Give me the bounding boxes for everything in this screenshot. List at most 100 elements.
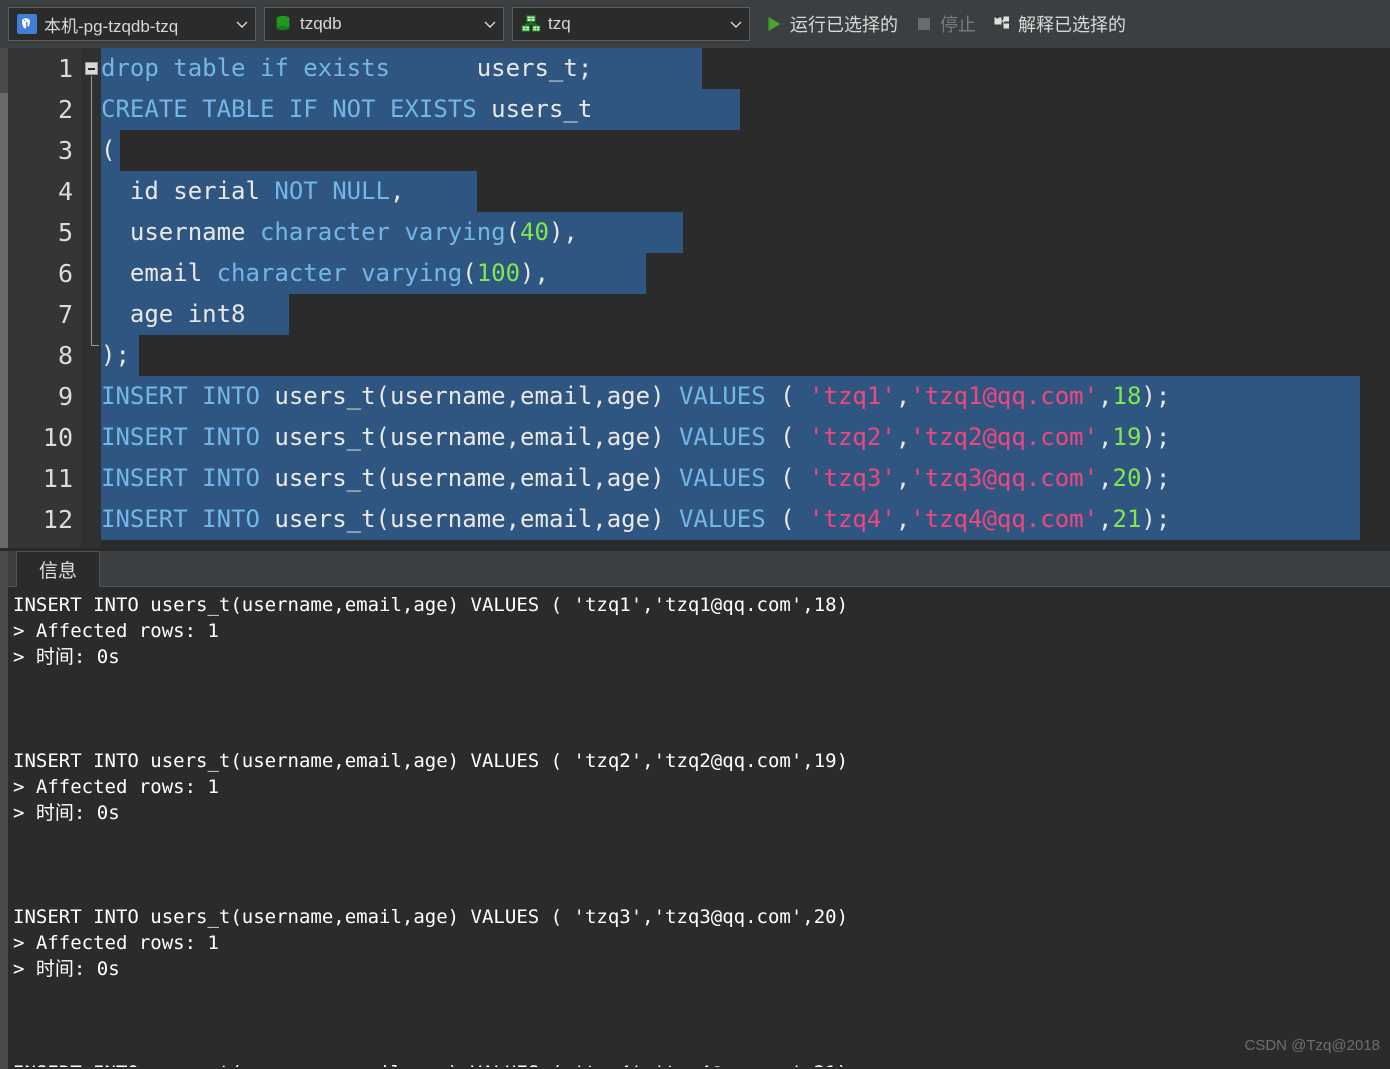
code-token: INSERT INTO	[101, 423, 260, 451]
sql-editor[interactable]: 1 2 3 4 5 6 7 8 9 10 11 12 drop table if exists use…	[0, 48, 1390, 548]
code-token: 20	[1112, 464, 1142, 492]
toolbar: 本机-pg-tzqdb-tzq tzqdb tzq 运行已选择的 停止 解释已选…	[0, 0, 1390, 48]
line-number: 3	[57, 136, 73, 165]
code-token: 'tzq4@qq.com'	[910, 505, 1099, 533]
code-token: ),	[548, 218, 578, 246]
code-line[interactable]: id serial NOT NULL,	[101, 171, 1390, 212]
code-area[interactable]: drop table if exists users_t; CREATE TABL…	[101, 48, 1390, 548]
connection-selector[interactable]: 本机-pg-tzqdb-tzq	[8, 7, 256, 41]
code-token: ,	[895, 382, 911, 410]
line-number: 6	[57, 259, 73, 288]
code-line[interactable]: email character varying(100),	[101, 253, 1390, 294]
code-token: INSERT INTO	[101, 382, 260, 410]
code-token: character varying	[259, 218, 506, 246]
editor-left-strip-lower	[0, 93, 8, 548]
connection-label: 本机-pg-tzqdb-tzq	[44, 16, 179, 36]
code-token: (	[462, 259, 477, 287]
code-token: );	[1141, 505, 1171, 533]
play-icon	[764, 14, 784, 34]
line-number: 10	[42, 423, 73, 452]
explain-selected-button[interactable]: 解释已选择的	[986, 6, 1132, 42]
code-token: character varying	[216, 259, 463, 287]
stop-icon	[914, 14, 934, 34]
run-selected-label: 运行已选择的	[790, 15, 898, 35]
stop-button[interactable]: 停止	[908, 6, 982, 42]
code-token: 21	[1112, 505, 1142, 533]
code-token: 'tzq3@qq.com'	[910, 464, 1099, 492]
code-token: ,	[1098, 423, 1113, 451]
database-selector[interactable]: tzqdb	[264, 7, 504, 41]
code-token: age int8	[101, 300, 246, 328]
code-token: ,	[895, 464, 911, 492]
code-token: users_t(username,email,age)	[259, 505, 679, 533]
code-token: users_t;	[476, 54, 593, 82]
code-token: ,	[1098, 505, 1113, 533]
code-token: serial	[173, 177, 260, 205]
code-line[interactable]: );	[101, 335, 1390, 376]
code-token: 'tzq3'	[809, 464, 896, 492]
code-token: );	[101, 341, 130, 369]
code-token: );	[1141, 423, 1171, 451]
code-token: VALUES	[678, 382, 766, 410]
code-line[interactable]: INSERT INTO users_t(username,email,age) …	[101, 376, 1390, 417]
code-line[interactable]: username character varying(40),	[101, 212, 1390, 253]
code-token: ,	[895, 505, 911, 533]
fold-range-end	[91, 345, 99, 346]
code-line[interactable]: INSERT INTO users_t(username,email,age) …	[101, 417, 1390, 458]
chevron-down-icon[interactable]	[233, 15, 251, 33]
tab-info-label: 信息	[39, 560, 78, 582]
code-token: NOT NULL	[274, 177, 390, 205]
code-token: 100	[476, 259, 521, 287]
code-token: (	[765, 464, 810, 492]
code-token: ,	[1098, 464, 1113, 492]
database-label: tzqdb	[300, 14, 342, 33]
schema-selector[interactable]: tzq	[512, 7, 750, 41]
fold-toggle-icon[interactable]	[85, 62, 98, 75]
code-token: (	[765, 382, 810, 410]
code-token: users_t(username,email,age)	[259, 382, 679, 410]
code-token: (	[765, 505, 810, 533]
line-number: 4	[57, 177, 73, 206]
code-line[interactable]: drop table if exists users_t;	[101, 48, 1390, 89]
code-token: 'tzq2'	[809, 423, 896, 451]
code-line[interactable]: CREATE TABLE IF NOT EXISTS users_t	[101, 89, 1390, 130]
code-token: INSERT INTO	[101, 505, 260, 533]
chevron-down-icon[interactable]	[481, 15, 499, 33]
line-number: 9	[57, 382, 73, 411]
explain-icon	[992, 14, 1012, 34]
code-token: users_t(username,email,age)	[259, 423, 679, 451]
code-token: ,	[895, 423, 911, 451]
code-token: ,	[390, 177, 405, 205]
code-token: 19	[1112, 423, 1142, 451]
results-panel: 信息 INSERT INTO users_t(username,email,ag…	[0, 548, 1390, 1069]
code-line[interactable]: INSERT INTO users_t(username,email,age) …	[101, 458, 1390, 499]
line-number: 7	[57, 300, 73, 329]
editor-left-strip	[0, 48, 8, 548]
code-token: ),	[520, 259, 549, 287]
code-token: (	[505, 218, 521, 246]
code-token: username	[101, 218, 260, 246]
watermark: CSDN @Tzq@2018	[1244, 1037, 1381, 1054]
fold-column[interactable]	[81, 48, 101, 548]
chevron-down-icon[interactable]	[727, 15, 745, 33]
schema-icon	[521, 14, 541, 34]
run-selected-button[interactable]: 运行已选择的	[758, 6, 904, 42]
code-token: VALUES	[678, 505, 766, 533]
code-line[interactable]: INSERT INTO users_t(username,email,age) …	[101, 499, 1390, 540]
line-number: 5	[57, 218, 73, 247]
code-token: (	[101, 136, 116, 164]
code-token: users_t	[491, 95, 593, 123]
code-token: 'tzq4'	[809, 505, 896, 533]
tab-info[interactable]: 信息	[16, 551, 101, 587]
code-token: (	[765, 423, 810, 451]
code-token: users_t(username,email,age)	[259, 464, 679, 492]
line-number: 8	[57, 341, 73, 370]
code-line[interactable]: age int8	[101, 294, 1390, 335]
code-token: ,	[1098, 382, 1113, 410]
code-line[interactable]: (	[101, 130, 1390, 171]
results-left-strip	[0, 551, 8, 1069]
code-token: INSERT INTO	[101, 464, 260, 492]
